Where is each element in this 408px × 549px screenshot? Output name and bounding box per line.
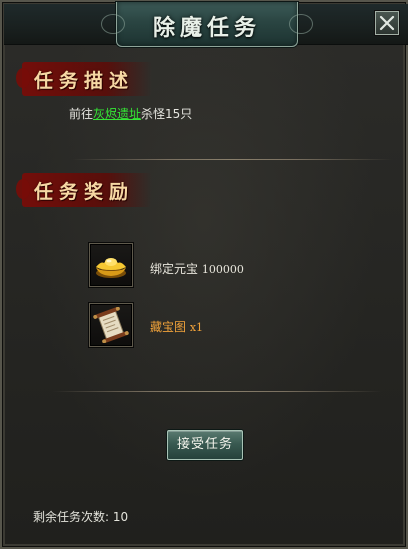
accept-quest-button[interactable]: 接受任务 bbox=[167, 430, 243, 460]
title-plate: 除魔任务 bbox=[101, 2, 313, 47]
scroll-map-icon bbox=[93, 307, 129, 343]
description-heading-banner: 任务描述 bbox=[16, 62, 152, 96]
reward-item-1: 绑定元宝 100000 bbox=[150, 260, 244, 277]
section-divider-bottom bbox=[52, 391, 382, 392]
close-button[interactable] bbox=[375, 11, 399, 35]
remaining-value: 10 bbox=[112, 510, 129, 524]
reward-slot-treasure-map[interactable] bbox=[89, 303, 133, 347]
close-icon bbox=[379, 15, 395, 31]
reward-name: 藏宝图 bbox=[150, 320, 187, 334]
reward-name: 绑定元宝 bbox=[150, 262, 199, 276]
window-title: 除魔任务 bbox=[152, 15, 261, 41]
reward-item-2: 藏宝图 x1 bbox=[150, 318, 203, 335]
remaining-label: 剩余任务次数: bbox=[33, 510, 110, 524]
reward-slot-gold-ingot[interactable] bbox=[89, 243, 133, 287]
description-suffix: 杀怪15只 bbox=[141, 107, 193, 121]
rewards-heading: 任务奖励 bbox=[34, 181, 135, 203]
description-prefix: 前往 bbox=[69, 107, 94, 121]
remaining-quest-count: 剩余任务次数: 10 bbox=[33, 508, 128, 525]
rewards-heading-banner: 任务奖励 bbox=[16, 173, 152, 207]
section-divider-top bbox=[72, 159, 392, 160]
gold-ingot-icon bbox=[96, 258, 126, 278]
reward-quantity: 100000 bbox=[201, 263, 244, 276]
location-link[interactable]: 灰烬遗址 bbox=[93, 107, 141, 121]
description-heading: 任务描述 bbox=[34, 70, 135, 92]
reward-quantity: x1 bbox=[189, 321, 204, 334]
quest-panel: 除魔任务 任务描述 前往灰烬遗址杀怪15只 任务奖励 绑定元宝 100000 藏… bbox=[0, 0, 408, 549]
quest-description: 前往灰烬遗址杀怪15只 bbox=[69, 105, 192, 122]
